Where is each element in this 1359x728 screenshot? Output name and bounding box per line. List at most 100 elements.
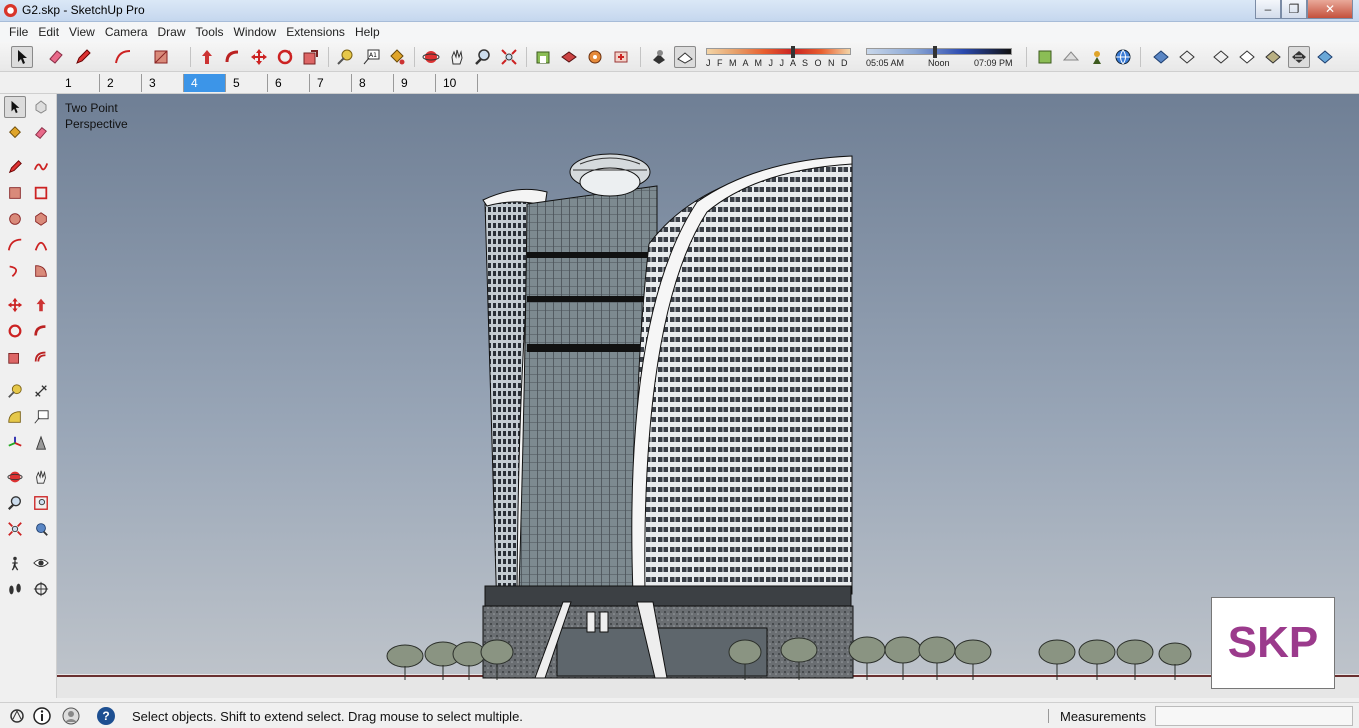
geo-location-icon[interactable] (8, 707, 26, 725)
freehand-tool-button[interactable] (30, 156, 52, 178)
zoom-tool-button[interactable] (472, 46, 494, 68)
geo-button[interactable] (1112, 46, 1134, 68)
scale-tool-button[interactable] (300, 46, 322, 68)
menu-camera[interactable]: Camera (100, 25, 153, 39)
text-tool-button[interactable] (30, 406, 52, 428)
sandbox-button[interactable] (1060, 46, 1082, 68)
shaded-textures-style-button[interactable] (1288, 46, 1310, 68)
scene-tab-1[interactable]: 1 (58, 74, 100, 92)
section-display-button[interactable] (30, 578, 52, 600)
shadow-month-slider[interactable] (706, 46, 851, 58)
text-tool-button[interactable]: A1 (360, 46, 382, 68)
arc-tool-button[interactable] (4, 234, 26, 256)
model-info-button[interactable] (1034, 46, 1056, 68)
look-around-tool-button[interactable] (30, 552, 52, 574)
walk-tool-button[interactable] (4, 578, 26, 600)
scene-tab-2[interactable]: 2 (100, 74, 142, 92)
hidden-line-style-button[interactable] (1236, 46, 1258, 68)
zoom-window-tool-button[interactable] (30, 492, 52, 514)
eraser-tool-button[interactable] (30, 122, 52, 144)
circle-tool-button[interactable] (4, 208, 26, 230)
rotated-rectangle-tool-button[interactable] (30, 182, 52, 204)
shadow-month-thumb[interactable] (791, 46, 795, 58)
dimension-tool-button[interactable] (30, 380, 52, 402)
measurements-input[interactable] (1155, 706, 1353, 726)
zoom-extents-tool-button[interactable] (498, 46, 520, 68)
menu-help[interactable]: Help (350, 25, 385, 39)
scene-tab-5[interactable]: 5 (226, 74, 268, 92)
components-button[interactable] (584, 46, 606, 68)
tape-measure-tool-button[interactable] (334, 46, 356, 68)
pan-tool-button[interactable] (30, 466, 52, 488)
paint-bucket-tool-button[interactable] (4, 122, 26, 144)
previous-view-button[interactable] (30, 518, 52, 540)
model-viewport[interactable]: Two Point Perspective SKP (57, 94, 1359, 698)
share-model-button[interactable] (558, 46, 580, 68)
scene-tab-8[interactable]: 8 (352, 74, 394, 92)
restore-button[interactable]: ❐ (1281, 0, 1307, 19)
menu-draw[interactable]: Draw (153, 25, 191, 39)
menu-edit[interactable]: Edit (33, 25, 64, 39)
eraser-tool-button[interactable] (45, 46, 67, 68)
pie-tool-button[interactable] (30, 260, 52, 282)
model-info-icon[interactable] (33, 707, 51, 725)
position-camera-tool-button[interactable] (4, 552, 26, 574)
rotate-tool-button[interactable] (274, 46, 296, 68)
three-point-arc-tool-button[interactable] (4, 260, 26, 282)
arc-tool-button[interactable] (112, 46, 134, 68)
orbit-tool-button[interactable] (4, 466, 26, 488)
scene-tab-3[interactable]: 3 (142, 74, 184, 92)
menu-tools[interactable]: Tools (191, 25, 229, 39)
warehouse-button[interactable] (532, 46, 554, 68)
move-tool-button[interactable] (248, 46, 270, 68)
minimize-button[interactable]: – (1255, 0, 1281, 19)
scale-tool-button[interactable] (4, 346, 26, 368)
fog-toggle-button[interactable] (674, 46, 696, 68)
monochrome-style-button[interactable] (1314, 46, 1336, 68)
xray-style-button[interactable] (1150, 46, 1172, 68)
zoom-extents-tool-button[interactable] (4, 518, 26, 540)
shaded-style-button[interactable] (1262, 46, 1284, 68)
user-account-icon[interactable] (62, 707, 80, 725)
select-tool-button[interactable] (11, 46, 33, 68)
scene-tab-9[interactable]: 9 (394, 74, 436, 92)
menu-window[interactable]: Window (229, 25, 282, 39)
menu-file[interactable]: File (4, 25, 33, 39)
pan-tool-button[interactable] (446, 46, 468, 68)
follow-me-tool-button[interactable] (30, 320, 52, 342)
two-point-arc-tool-button[interactable] (30, 234, 52, 256)
tape-measure-tool-button[interactable] (4, 380, 26, 402)
polygon-tool-button[interactable] (30, 208, 52, 230)
help-icon[interactable]: ? (97, 707, 115, 725)
close-button[interactable]: ✕ (1307, 0, 1353, 19)
pencil-tool-button[interactable] (72, 46, 94, 68)
menu-extensions[interactable]: Extensions (281, 25, 350, 39)
move-tool-button[interactable] (4, 294, 26, 316)
make-component-button[interactable] (30, 96, 52, 118)
offset-tool-button[interactable] (30, 346, 52, 368)
section-plane-tool-button[interactable] (30, 432, 52, 454)
line-tool-button[interactable] (4, 156, 26, 178)
push-pull-tool-button[interactable] (30, 294, 52, 316)
add-location-button[interactable] (1086, 46, 1108, 68)
paint-bucket-tool-button[interactable] (386, 46, 408, 68)
zoom-tool-button[interactable] (4, 492, 26, 514)
orbit-tool-button[interactable] (420, 46, 442, 68)
rectangle-tool-button[interactable] (150, 46, 172, 68)
scene-tab-4[interactable]: 4 (184, 74, 226, 92)
scene-tab-7[interactable]: 7 (310, 74, 352, 92)
shadow-time-thumb[interactable] (933, 46, 937, 58)
scene-tab-6[interactable]: 6 (268, 74, 310, 92)
protractor-tool-button[interactable] (4, 406, 26, 428)
rectangle-tool-button[interactable] (4, 182, 26, 204)
extension-button[interactable] (610, 46, 632, 68)
rotate-tool-button[interactable] (4, 320, 26, 342)
menu-view[interactable]: View (64, 25, 100, 39)
shadows-toggle-button[interactable] (648, 46, 670, 68)
follow-me-tool-button[interactable] (222, 46, 244, 68)
scene-tab-10[interactable]: 10 (436, 74, 478, 92)
select-tool-button[interactable] (4, 96, 26, 118)
axes-tool-button[interactable] (4, 432, 26, 454)
push-pull-tool-button[interactable] (196, 46, 218, 68)
back-edges-style-button[interactable] (1176, 46, 1198, 68)
